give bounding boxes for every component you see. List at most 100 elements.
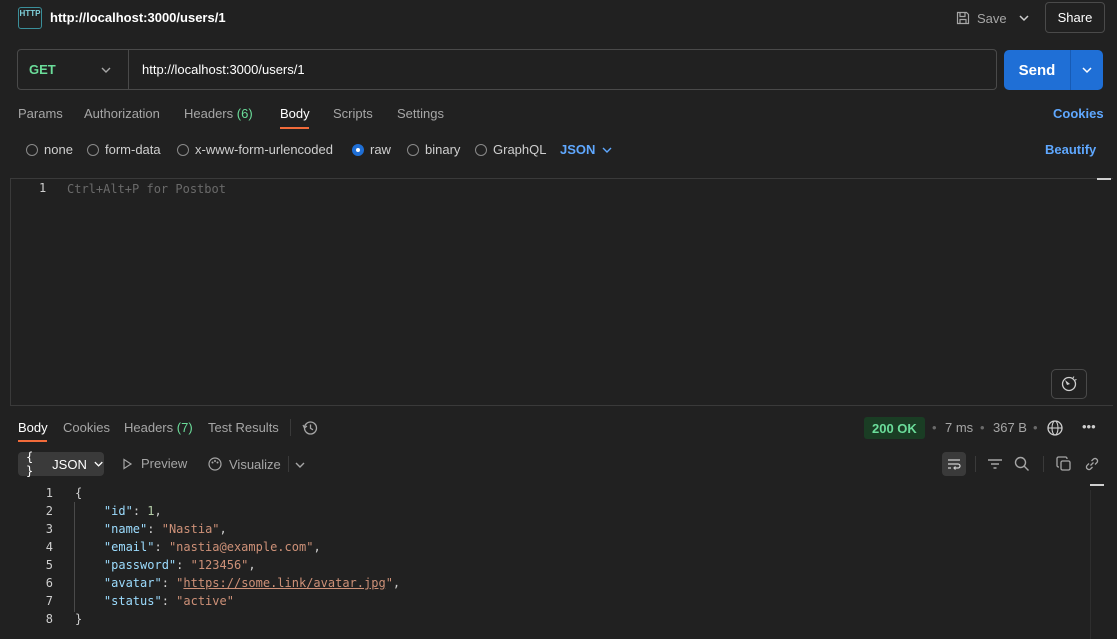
code-content: }	[75, 610, 82, 628]
code-token: "avatar"	[103, 576, 162, 590]
radio-icon	[26, 143, 38, 156]
url-input[interactable]: http://localhost:3000/users/1	[142, 62, 305, 77]
body-type-form-data[interactable]: form-data	[87, 142, 161, 157]
body-format-label: JSON	[560, 142, 596, 157]
code-token: "Nastia"	[161, 522, 220, 536]
response-scrollbar-track	[1090, 490, 1091, 639]
chevron-down-icon	[1019, 15, 1029, 22]
url-bar: GET http://localhost:3000/users/1	[17, 49, 997, 90]
code-token: }	[75, 612, 83, 626]
body-type-none[interactable]: none	[26, 142, 73, 157]
code-content: "email": "nastia@example.com",	[75, 538, 321, 556]
more-icon[interactable]: •••	[1082, 419, 1096, 434]
response-tab-headers-count: (7)	[176, 420, 193, 435]
visualize-button[interactable]: Visualize	[207, 456, 281, 472]
search-icon[interactable]	[1013, 455, 1031, 473]
response-tab-test-results[interactable]: Test Results	[208, 420, 279, 435]
line-number: 8	[45, 612, 53, 626]
separator-dot: •	[932, 420, 937, 435]
send-options-button[interactable]	[1071, 50, 1103, 90]
body-type-label: form-data	[105, 142, 161, 157]
body-type-graphql[interactable]: GraphQL	[475, 142, 546, 157]
http-icon: HTTP	[18, 7, 42, 29]
radio-icon	[475, 143, 487, 156]
send-button-group: Send	[1004, 50, 1103, 90]
cookies-link[interactable]: Cookies	[1053, 106, 1104, 121]
separator-dot: •	[1033, 420, 1038, 435]
body-type-binary[interactable]: binary	[407, 142, 460, 157]
url-link[interactable]: https://some.link/avatar.jpg	[183, 576, 385, 590]
tab-authorization[interactable]: Authorization	[84, 106, 160, 121]
response-tab-body[interactable]: Body	[18, 420, 48, 435]
tab-params[interactable]: Params	[18, 106, 63, 121]
response-format-label: JSON	[52, 456, 87, 472]
radio-icon	[177, 143, 189, 156]
active-tab-indicator	[18, 440, 47, 442]
line-number: 1	[45, 486, 53, 500]
chevron-down-icon[interactable]	[293, 458, 307, 472]
chevron-down-icon	[94, 461, 103, 467]
code-token: ,	[154, 504, 162, 518]
response-format-select[interactable]: { } JSON	[18, 450, 104, 478]
active-tab-indicator	[280, 127, 309, 129]
code-token: ,	[248, 558, 256, 572]
code-token: "status"	[103, 594, 162, 608]
preview-button[interactable]: Preview	[121, 456, 187, 471]
code-token: :	[154, 540, 169, 554]
request-body-editor[interactable]	[10, 178, 1113, 406]
body-type-urlencoded[interactable]: x-www-form-urlencoded	[177, 142, 333, 157]
response-tab-cookies[interactable]: Cookies	[63, 420, 110, 435]
save-options-button[interactable]	[1015, 9, 1033, 27]
status-badge[interactable]: 200 OK	[864, 417, 925, 439]
code-token: "123456"	[190, 558, 249, 572]
postbot-icon	[1061, 376, 1077, 392]
response-time[interactable]: 7 ms	[945, 420, 973, 435]
code-content: "id": 1,	[75, 502, 162, 520]
send-button[interactable]: Send	[1004, 50, 1071, 90]
tab-headers[interactable]: Headers (6)	[184, 106, 253, 121]
save-label: Save	[977, 10, 1007, 26]
body-type-label: x-www-form-urlencoded	[195, 142, 333, 157]
body-type-label: none	[44, 142, 73, 157]
divider	[290, 419, 291, 436]
response-tab-headers[interactable]: Headers (7)	[124, 420, 193, 435]
body-type-label: raw	[370, 142, 391, 157]
response-size[interactable]: 367 B	[993, 420, 1027, 435]
code-token: ,	[313, 540, 321, 554]
chevron-down-icon	[1082, 67, 1092, 74]
wrap-lines-button[interactable]	[942, 452, 966, 476]
radio-checked-icon	[352, 143, 364, 156]
history-icon[interactable]	[301, 419, 319, 437]
globe-icon[interactable]	[1046, 419, 1064, 437]
request-title: http://localhost:3000/users/1	[50, 10, 226, 25]
code-content: {	[75, 484, 82, 502]
beautify-button[interactable]: Beautify	[1045, 142, 1096, 157]
radio-icon	[87, 143, 99, 156]
link-icon[interactable]	[1083, 455, 1101, 473]
copy-icon[interactable]	[1055, 455, 1073, 473]
tab-headers-count: (6)	[236, 106, 253, 121]
code-content: "status": "active"	[75, 592, 234, 610]
method-select[interactable]: GET	[18, 50, 129, 89]
code-token: "name"	[103, 522, 148, 536]
response-scrollbar[interactable]	[1090, 484, 1104, 488]
line-number: 4	[45, 540, 53, 554]
tab-scripts[interactable]: Scripts	[333, 106, 373, 121]
tab-settings[interactable]: Settings	[397, 106, 444, 121]
line-number: 5	[45, 558, 53, 572]
body-type-raw[interactable]: raw	[352, 142, 391, 157]
line-number: 7	[45, 594, 53, 608]
save-button[interactable]: Save	[955, 8, 1007, 28]
filter-icon[interactable]	[986, 455, 1004, 473]
code-token: :	[147, 522, 162, 536]
tab-body[interactable]: Body	[280, 106, 310, 121]
response-tab-headers-label: Headers	[124, 420, 174, 435]
postbot-button[interactable]	[1051, 369, 1087, 399]
share-button[interactable]: Share	[1045, 2, 1105, 33]
editor-scrollbar[interactable]	[1097, 178, 1111, 182]
code-content: "name": "Nastia",	[75, 520, 227, 538]
body-format-select[interactable]: JSON	[560, 142, 613, 157]
